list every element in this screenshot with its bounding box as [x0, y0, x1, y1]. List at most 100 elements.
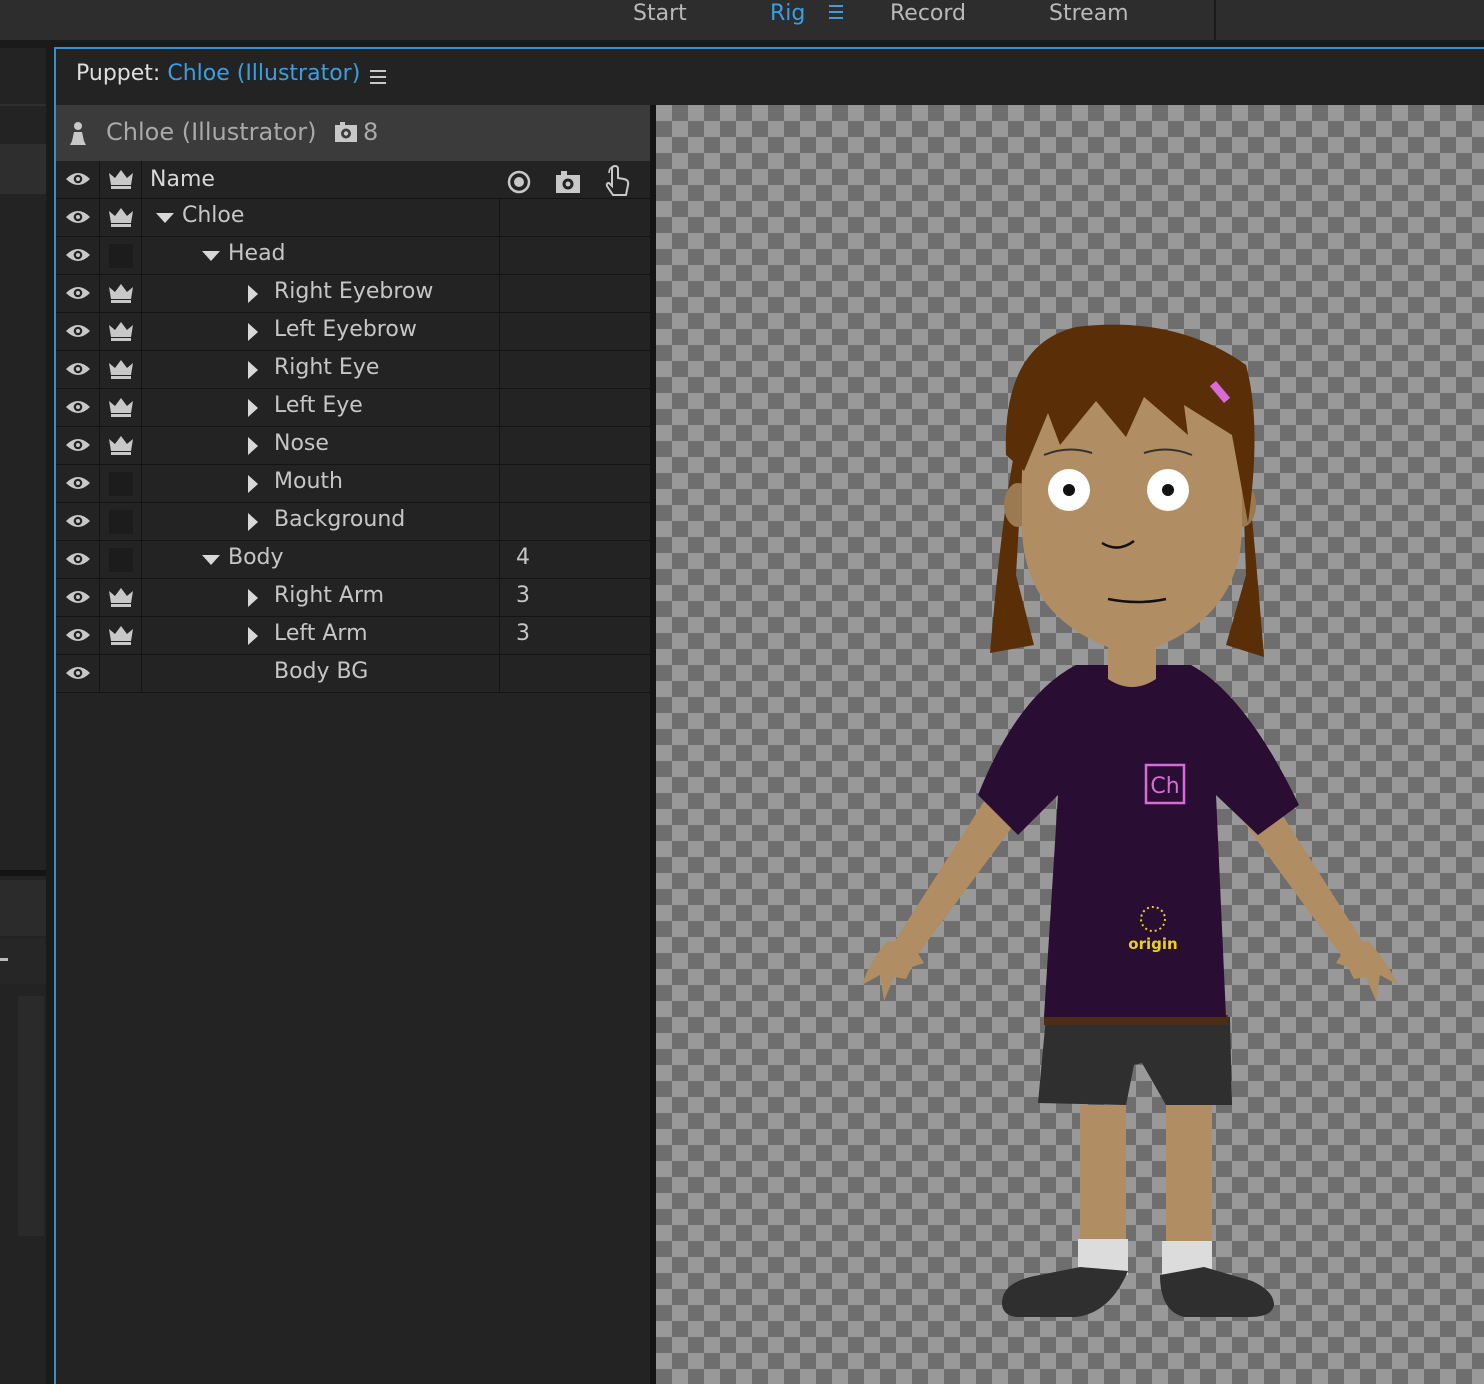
layer-name-cell[interactable] [142, 237, 500, 274]
workspace-tab-rig[interactable]: Rig [770, 0, 805, 30]
independent-toggle[interactable] [100, 655, 142, 692]
independent-toggle[interactable] [100, 275, 142, 312]
layer-row[interactable]: Right Arm 3 [56, 579, 650, 617]
eye-icon[interactable] [65, 323, 91, 339]
independent-toggle[interactable] [100, 617, 142, 654]
workspace-menu-icon[interactable] [826, 0, 846, 30]
disclosure-collapsed-icon[interactable] [244, 589, 262, 607]
layer-row[interactable]: Left Eye [56, 389, 650, 427]
visibility-toggle[interactable] [56, 465, 100, 502]
left-panel-header[interactable] [0, 144, 46, 194]
layer-name: Background [274, 507, 406, 532]
visibility-toggle[interactable] [56, 313, 100, 350]
layer-name: Body BG [274, 659, 369, 684]
independent-toggle[interactable] [100, 579, 142, 616]
eye-icon[interactable] [65, 589, 91, 605]
eye-icon[interactable] [65, 475, 91, 491]
independent-toggle[interactable] [100, 389, 142, 426]
layer-row[interactable]: Body BG [56, 655, 650, 693]
independent-toggle[interactable] [100, 313, 142, 350]
eye-icon[interactable] [65, 285, 91, 301]
independent-off-box[interactable] [109, 244, 133, 268]
crown-icon[interactable] [108, 168, 134, 190]
target-icon[interactable] [507, 170, 531, 194]
layer-row[interactable]: Left Arm 3 [56, 617, 650, 655]
layer-row[interactable]: Right Eye [56, 351, 650, 389]
visibility-toggle[interactable] [56, 351, 100, 388]
disclosure-collapsed-icon[interactable] [244, 399, 262, 417]
disclosure-collapsed-icon[interactable] [244, 361, 262, 379]
disclosure-collapsed-icon[interactable] [244, 475, 262, 493]
independent-toggle[interactable] [100, 503, 142, 540]
crown-icon[interactable] [108, 396, 134, 418]
crown-icon[interactable] [108, 358, 134, 380]
crown-icon[interactable] [108, 624, 134, 646]
layer-row[interactable]: Right Eyebrow [56, 275, 650, 313]
left-panel-tab[interactable] [0, 880, 46, 936]
panel-title-puppet-name[interactable]: Chloe (Illustrator) [167, 61, 360, 86]
visibility-toggle[interactable] [56, 655, 100, 692]
camera-icon[interactable] [555, 170, 581, 194]
independent-off-box[interactable] [109, 472, 133, 496]
independent-toggle[interactable] [100, 351, 142, 388]
disclosure-expanded-icon[interactable] [202, 247, 220, 265]
visibility-toggle[interactable] [56, 541, 100, 578]
visibility-toggle[interactable] [56, 237, 100, 274]
visibility-toggle[interactable] [56, 427, 100, 464]
disclosure-expanded-icon[interactable] [156, 209, 174, 227]
crown-icon[interactable] [108, 320, 134, 342]
eye-icon[interactable] [65, 209, 91, 225]
independent-toggle[interactable] [100, 541, 142, 578]
disclosure-collapsed-icon[interactable] [244, 513, 262, 531]
crown-icon[interactable] [108, 206, 134, 228]
layer-row[interactable]: Head [56, 237, 650, 275]
layer-name-cell[interactable] [142, 541, 500, 578]
workspace-tab-record[interactable]: Record [890, 0, 966, 30]
independent-off-box[interactable] [109, 510, 133, 534]
disclosure-expanded-icon[interactable] [202, 551, 220, 569]
visibility-toggle[interactable] [56, 503, 100, 540]
independent-toggle[interactable] [100, 465, 142, 502]
crown-icon[interactable] [108, 434, 134, 456]
layer-row[interactable]: Mouth [56, 465, 650, 503]
disclosure-collapsed-icon[interactable] [244, 627, 262, 645]
workspace-tab-start[interactable]: Start [633, 0, 687, 30]
eye-icon[interactable] [65, 247, 91, 263]
hand-pointer-icon[interactable] [602, 165, 632, 197]
layer-row[interactable]: Body 4 [56, 541, 650, 579]
independent-toggle[interactable] [100, 237, 142, 274]
panel-menu-icon[interactable] [370, 69, 388, 85]
disclosure-collapsed-icon[interactable] [244, 285, 262, 303]
eye-icon[interactable] [65, 399, 91, 415]
scroll-marker[interactable] [0, 958, 8, 961]
scrollbar[interactable] [18, 996, 44, 1236]
eye-icon[interactable] [65, 627, 91, 643]
layer-row[interactable]: Nose [56, 427, 650, 465]
disclosure-collapsed-icon[interactable] [244, 323, 262, 341]
visibility-toggle[interactable] [56, 617, 100, 654]
crown-icon[interactable] [108, 282, 134, 304]
eye-icon[interactable] [65, 551, 91, 567]
column-header-name[interactable]: Name [150, 167, 215, 192]
independent-toggle[interactable] [100, 427, 142, 464]
visibility-toggle[interactable] [56, 275, 100, 312]
eye-icon[interactable] [65, 513, 91, 529]
eye-icon[interactable] [65, 171, 91, 187]
disclosure-collapsed-icon[interactable] [244, 437, 262, 455]
layer-row[interactable]: Left Eyebrow [56, 313, 650, 351]
independent-toggle[interactable] [100, 199, 142, 236]
visibility-toggle[interactable] [56, 579, 100, 616]
scene-canvas[interactable]: Ch origin [656, 105, 1484, 1384]
eye-icon[interactable] [65, 437, 91, 453]
visibility-toggle[interactable] [56, 199, 100, 236]
visibility-toggle[interactable] [56, 389, 100, 426]
layer-row[interactable]: Chloe [56, 199, 650, 237]
eye-icon[interactable] [65, 665, 91, 681]
workspace-tab-stream[interactable]: Stream [1049, 0, 1129, 30]
puppet-name: Chloe (Illustrator) [106, 118, 317, 146]
layer-name: Right Eyebrow [274, 279, 434, 304]
layer-row[interactable]: Background [56, 503, 650, 541]
eye-icon[interactable] [65, 361, 91, 377]
independent-off-box[interactable] [109, 548, 133, 572]
crown-icon[interactable] [108, 586, 134, 608]
